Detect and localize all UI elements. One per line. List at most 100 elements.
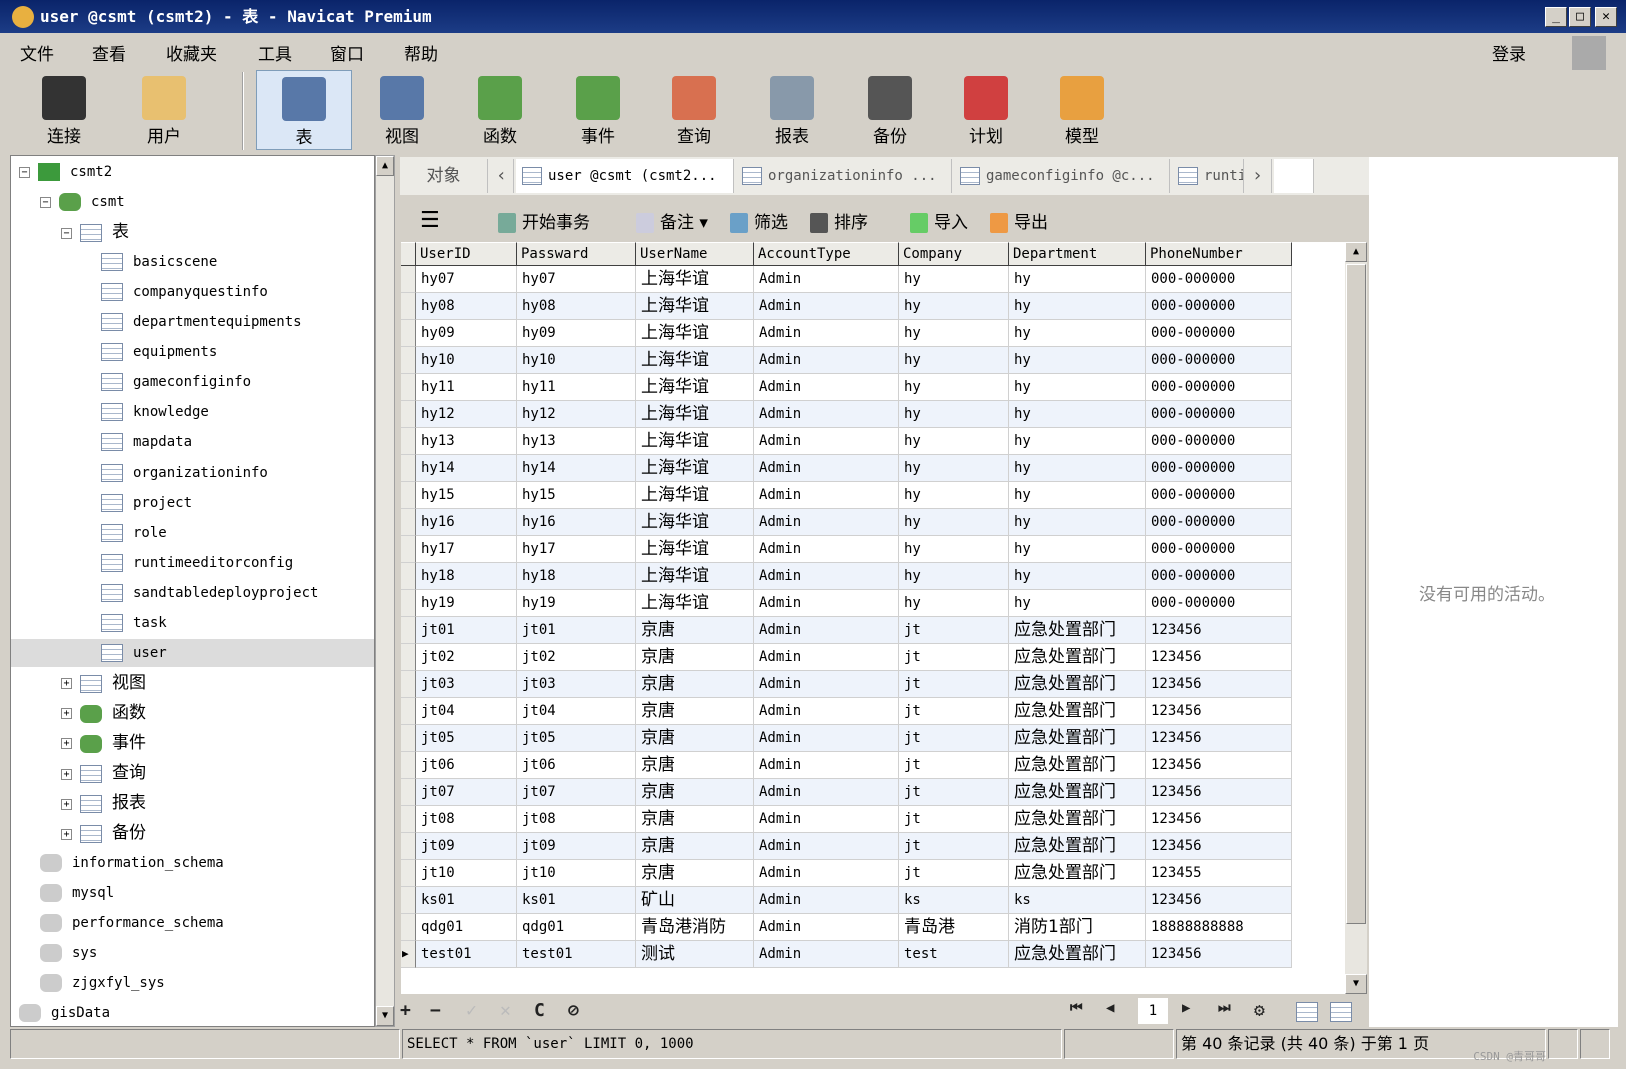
expand-toggle[interactable]: − bbox=[40, 196, 51, 208]
row-selector[interactable] bbox=[401, 563, 416, 590]
table-row[interactable]: ▶ test01 test01 测试 Admin test 应急处置部门 123456 bbox=[401, 941, 1292, 968]
scroll-thumb[interactable] bbox=[1346, 264, 1366, 924]
table-cell[interactable]: jt bbox=[899, 671, 1009, 698]
table-cell[interactable]: 123456 bbox=[1146, 644, 1292, 671]
tree-item[interactable]: + 视图 bbox=[61, 669, 146, 697]
table-cell[interactable]: hy16 bbox=[416, 509, 517, 536]
table-cell[interactable]: 上海华谊 bbox=[636, 509, 754, 536]
table-cell[interactable]: hy07 bbox=[517, 266, 636, 293]
tree-item[interactable]: mapdata bbox=[82, 428, 192, 456]
table-cell[interactable]: 000-000000 bbox=[1146, 374, 1292, 401]
table-cell[interactable]: 000-000000 bbox=[1146, 563, 1292, 590]
table-cell[interactable]: Admin bbox=[754, 887, 899, 914]
tree-item[interactable]: − 表 bbox=[61, 218, 129, 246]
table-cell[interactable]: 京唐 bbox=[636, 671, 754, 698]
tree-item[interactable]: gisData bbox=[19, 999, 110, 1027]
table-row[interactable]: jt08 jt08 京唐 Admin jt 应急处置部门 123456 bbox=[401, 806, 1292, 833]
table-cell[interactable]: 123456 bbox=[1146, 671, 1292, 698]
row-selector[interactable] bbox=[401, 914, 416, 941]
panel-toggle-button[interactable] bbox=[1580, 1029, 1610, 1059]
row-selector[interactable] bbox=[401, 779, 416, 806]
scroll-down-button[interactable]: ▼ bbox=[376, 1006, 394, 1026]
tree-item[interactable]: departmentequipments bbox=[82, 308, 302, 336]
table-cell[interactable]: 应急处置部门 bbox=[1009, 617, 1146, 644]
table-cell[interactable]: 上海华谊 bbox=[636, 347, 754, 374]
table-row[interactable]: jt02 jt02 京唐 Admin jt 应急处置部门 123456 bbox=[401, 644, 1292, 671]
table-cell[interactable]: hy10 bbox=[416, 347, 517, 374]
table-cell[interactable]: 上海华谊 bbox=[636, 590, 754, 617]
table-cell[interactable]: hy18 bbox=[416, 563, 517, 590]
tree-item[interactable]: project bbox=[82, 489, 192, 517]
table-cell[interactable]: 京唐 bbox=[636, 752, 754, 779]
row-selector[interactable]: ▶ bbox=[401, 941, 416, 968]
expand-toggle[interactable]: − bbox=[61, 227, 72, 239]
table-cell[interactable]: hy bbox=[1009, 428, 1146, 455]
row-selector[interactable] bbox=[401, 806, 416, 833]
row-selector[interactable] bbox=[401, 347, 416, 374]
toolbar-report-button[interactable]: 报表 bbox=[744, 70, 840, 150]
table-cell[interactable]: 京唐 bbox=[636, 725, 754, 752]
table-cell[interactable]: jt bbox=[899, 806, 1009, 833]
tab-3[interactable]: runti bbox=[1172, 159, 1244, 193]
column-header[interactable]: Department bbox=[1009, 242, 1146, 266]
new-tab-button[interactable] bbox=[1274, 159, 1314, 193]
table-cell[interactable]: Admin bbox=[754, 644, 899, 671]
table-cell[interactable]: hy bbox=[899, 536, 1009, 563]
table-cell[interactable]: 123456 bbox=[1146, 779, 1292, 806]
table-cell[interactable]: jt02 bbox=[517, 644, 636, 671]
toolbar-user-button[interactable]: 用户 bbox=[116, 70, 212, 150]
table-row[interactable]: hy17 hy17 上海华谊 Admin hy hy 000-000000 bbox=[401, 536, 1292, 563]
table-cell[interactable]: 123455 bbox=[1146, 860, 1292, 887]
tree-item[interactable]: information_schema bbox=[40, 849, 224, 877]
table-cell[interactable]: 应急处置部门 bbox=[1009, 806, 1146, 833]
table-cell[interactable]: Admin bbox=[754, 509, 899, 536]
table-cell[interactable]: 123456 bbox=[1146, 698, 1292, 725]
expand-toggle[interactable]: − bbox=[19, 166, 30, 178]
table-cell[interactable]: 京唐 bbox=[636, 617, 754, 644]
tree-item[interactable]: equipments bbox=[82, 338, 217, 366]
table-cell[interactable]: jt04 bbox=[416, 698, 517, 725]
table-cell[interactable]: hy19 bbox=[517, 590, 636, 617]
table-cell[interactable]: jt04 bbox=[517, 698, 636, 725]
toolbar-connection-button[interactable]: 连接 bbox=[16, 70, 112, 150]
scroll-down-button[interactable]: ▼ bbox=[1345, 974, 1367, 994]
table-cell[interactable]: 应急处置部门 bbox=[1009, 941, 1146, 968]
table-cell[interactable]: jt01 bbox=[517, 617, 636, 644]
table-cell[interactable]: 上海华谊 bbox=[636, 455, 754, 482]
table-cell[interactable]: jt03 bbox=[416, 671, 517, 698]
table-cell[interactable]: hy14 bbox=[517, 455, 636, 482]
prev-page-button[interactable]: ◀ bbox=[1106, 1000, 1114, 1016]
tree-item[interactable]: task bbox=[82, 609, 167, 637]
table-cell[interactable]: hy17 bbox=[517, 536, 636, 563]
row-selector[interactable] bbox=[401, 725, 416, 752]
tab-1[interactable]: organizationinfo ... bbox=[736, 159, 952, 193]
table-cell[interactable]: 矿山 bbox=[636, 887, 754, 914]
table-cell[interactable]: hy bbox=[899, 374, 1009, 401]
table-cell[interactable]: 上海华谊 bbox=[636, 563, 754, 590]
table-cell[interactable]: hy09 bbox=[517, 320, 636, 347]
close-button[interactable]: ✕ bbox=[1595, 7, 1617, 27]
table-row[interactable]: jt01 jt01 京唐 Admin jt 应急处置部门 123456 bbox=[401, 617, 1292, 644]
table-cell[interactable]: hy bbox=[1009, 455, 1146, 482]
table-cell[interactable]: hy08 bbox=[416, 293, 517, 320]
table-cell[interactable]: jt10 bbox=[517, 860, 636, 887]
table-cell[interactable]: Admin bbox=[754, 536, 899, 563]
table-cell[interactable]: jt bbox=[899, 752, 1009, 779]
table-row[interactable]: hy07 hy07 上海华谊 Admin hy hy 000-000000 bbox=[401, 266, 1292, 293]
tree-item[interactable]: basicscene bbox=[82, 248, 217, 276]
table-cell[interactable]: 应急处置部门 bbox=[1009, 752, 1146, 779]
row-selector[interactable] bbox=[401, 698, 416, 725]
row-selector[interactable] bbox=[401, 455, 416, 482]
tree-item[interactable]: sandtabledeployproject bbox=[82, 579, 318, 607]
column-header[interactable]: Passward bbox=[517, 242, 636, 266]
table-cell[interactable]: hy bbox=[1009, 401, 1146, 428]
table-cell[interactable]: jt06 bbox=[517, 752, 636, 779]
table-cell[interactable]: 上海华谊 bbox=[636, 482, 754, 509]
table-cell[interactable]: hy bbox=[899, 563, 1009, 590]
import-button[interactable]: 导入 bbox=[910, 208, 968, 233]
table-cell[interactable]: test bbox=[899, 941, 1009, 968]
row-selector[interactable] bbox=[401, 428, 416, 455]
table-cell[interactable]: hy08 bbox=[517, 293, 636, 320]
table-cell[interactable]: hy bbox=[899, 401, 1009, 428]
table-row[interactable]: qdg01 qdg01 青岛港消防 Admin 青岛港 消防1部门 18888888888 bbox=[401, 914, 1292, 941]
